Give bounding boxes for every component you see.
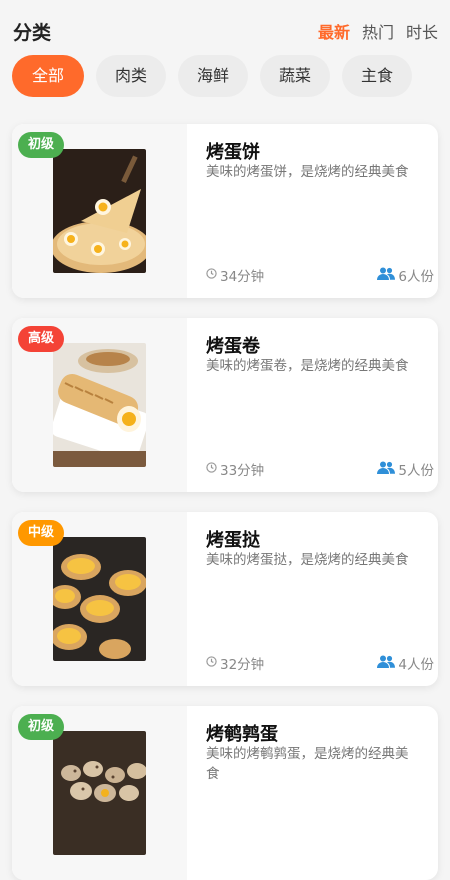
clock-icon — [206, 267, 217, 283]
cook-time-value: 33分钟 — [220, 463, 265, 479]
cook-time: 33分钟 — [206, 459, 264, 479]
recipe-photo — [53, 537, 146, 661]
recipe-title: 烤鹌鹑蛋 — [206, 724, 278, 745]
recipe-title: 烤蛋卷 — [206, 336, 260, 357]
recipe-description: 美味的烤鹌鹑蛋，是烧烤的经典美食 — [206, 746, 409, 782]
recipe-image-area: 中级 — [12, 512, 187, 686]
category-chip-all[interactable]: 全部 — [12, 55, 84, 97]
cook-time-value: 32分钟 — [220, 657, 265, 673]
recipe-title: 烤蛋饼 — [206, 142, 260, 163]
difficulty-badge: 初级 — [18, 132, 65, 158]
servings-value: 4人份 — [398, 657, 434, 673]
page-title: 分类 — [13, 22, 52, 44]
people-icon — [377, 267, 396, 284]
sort-tab-latest[interactable]: 最新 — [318, 19, 350, 43]
category-chip-staples[interactable]: 主食 — [342, 55, 413, 97]
difficulty-badge: 初级 — [18, 714, 65, 740]
people-icon — [377, 655, 396, 672]
sort-tab-popular[interactable]: 热门 — [362, 19, 394, 43]
category-chips: 全部 肉类 海鲜 蔬菜 主食 — [12, 55, 413, 97]
clock-icon — [206, 655, 217, 671]
category-chip-seafood[interactable]: 海鲜 — [178, 55, 249, 97]
recipe-photo — [53, 731, 146, 855]
recipe-photo — [53, 149, 146, 273]
recipe-image-area: 初级 — [12, 124, 187, 298]
cook-time: 32分钟 — [206, 653, 264, 673]
servings: 4人份 — [377, 653, 434, 673]
recipe-image-area: 高级 — [12, 318, 187, 492]
recipe-image-area: 初级 — [12, 706, 187, 880]
recipe-card[interactable]: 初级 烤鹌鹑蛋 美味的烤鹌鹑蛋，是烧烤的经典美食 — [12, 706, 438, 880]
recipe-card[interactable]: 中级 烤蛋挞 美味的烤蛋挞，是烧烤的经典美食 32分钟 4人份 — [12, 512, 438, 686]
servings: 5人份 — [377, 459, 434, 479]
recipe-description: 美味的烤蛋饼，是烧烤的经典美食 — [206, 164, 409, 180]
sort-tabs: 最新 热门 时长 — [318, 19, 438, 43]
sort-tab-duration[interactable]: 时长 — [406, 19, 438, 43]
difficulty-badge: 高级 — [18, 326, 65, 352]
recipe-card[interactable]: 高级 烤蛋卷 美味的烤蛋卷，是烧烤的经典美食 33分钟 5人份 — [12, 318, 438, 492]
servings: 6人份 — [377, 265, 434, 285]
recipe-description: 美味的烤蛋挞，是烧烤的经典美食 — [206, 552, 409, 568]
clock-icon — [206, 461, 217, 477]
servings-value: 6人份 — [398, 269, 434, 285]
people-icon — [377, 461, 396, 478]
recipe-title: 烤蛋挞 — [206, 530, 260, 551]
difficulty-badge: 中级 — [18, 520, 65, 546]
category-chip-meat[interactable]: 肉类 — [96, 55, 167, 97]
app-header: 分类 最新 热门 时长 — [0, 0, 450, 56]
servings-value: 5人份 — [398, 463, 434, 479]
cook-time-value: 34分钟 — [220, 269, 265, 285]
recipe-description: 美味的烤蛋卷，是烧烤的经典美食 — [206, 358, 409, 374]
recipe-card[interactable]: 初级 烤蛋饼 美味的烤蛋饼，是烧烤的经典美食 34分钟 6人份 — [12, 124, 438, 298]
category-chip-vegetables[interactable]: 蔬菜 — [260, 55, 331, 97]
cook-time: 34分钟 — [206, 265, 264, 285]
recipe-photo — [53, 343, 146, 467]
